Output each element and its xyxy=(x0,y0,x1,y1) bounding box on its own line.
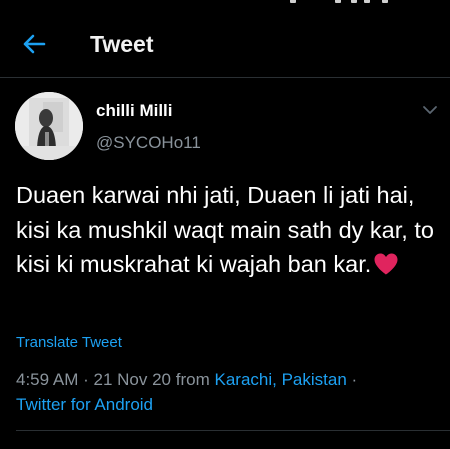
meta-separator: · xyxy=(351,370,358,389)
meta-from: from xyxy=(175,370,210,389)
avatar[interactable] xyxy=(15,92,83,160)
red-heart-icon xyxy=(374,253,398,275)
header-divider xyxy=(0,77,450,78)
tweet-metadata: 4:59 AM · 21 Nov 20 from Karachi, Pakist… xyxy=(16,367,440,417)
source-link[interactable]: Twitter for Android xyxy=(16,395,153,414)
status-bar-remnant xyxy=(0,0,450,6)
top-app-bar: Tweet xyxy=(0,22,450,66)
chevron-down-icon xyxy=(423,106,437,114)
location-link[interactable]: Karachi, Pakistan xyxy=(214,370,346,389)
translate-tweet-link[interactable]: Translate Tweet xyxy=(16,333,122,353)
author-handle[interactable]: @SYCOHo11 xyxy=(96,132,201,154)
tweet-date: 21 Nov 20 xyxy=(93,370,172,389)
tweet-time: 4:59 AM xyxy=(16,370,79,389)
meta-separator: · xyxy=(83,370,89,389)
tweet-text: Duaen karwai nhi jati, Duaen li jati hai… xyxy=(16,178,440,282)
author-display-name[interactable]: chilli Milli xyxy=(96,100,173,122)
page-title: Tweet xyxy=(90,31,154,57)
meta-divider xyxy=(16,430,450,431)
back-button[interactable] xyxy=(16,30,52,58)
avatar-photo xyxy=(15,92,83,160)
tweet-menu-button[interactable] xyxy=(418,100,442,120)
tweet-body: Duaen karwai nhi jati, Duaen li jati hai… xyxy=(16,182,434,277)
arrow-left-icon xyxy=(23,34,46,54)
